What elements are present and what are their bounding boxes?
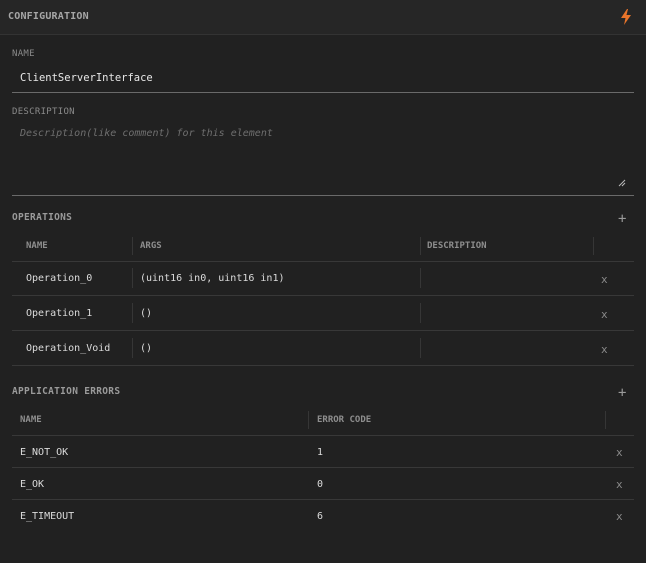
application-errors-title: APPLICATION ERRORS bbox=[12, 386, 121, 397]
column-divider bbox=[308, 411, 309, 429]
divider bbox=[12, 365, 634, 366]
column-divider bbox=[420, 268, 421, 288]
column-divider bbox=[605, 411, 606, 429]
remove-error-button[interactable]: x bbox=[616, 446, 623, 459]
column-divider bbox=[132, 237, 133, 255]
panel-header: CONFIGURATION bbox=[0, 0, 646, 35]
error-code[interactable]: 0 bbox=[317, 479, 323, 490]
operation-args[interactable]: (uint16 in0, uint16 in1) bbox=[140, 273, 285, 284]
errors-col-code: ERROR CODE bbox=[317, 415, 372, 425]
description-placeholder: Description(like comment) for this eleme… bbox=[20, 128, 273, 139]
remove-operation-button[interactable]: x bbox=[601, 343, 608, 356]
operation-name[interactable]: Operation_Void bbox=[26, 343, 110, 354]
add-operation-button[interactable]: + bbox=[618, 212, 626, 226]
name-value: ClientServerInterface bbox=[20, 72, 153, 84]
operations-title: OPERATIONS bbox=[12, 212, 73, 223]
column-divider bbox=[132, 338, 133, 358]
column-divider bbox=[593, 237, 594, 255]
remove-operation-button[interactable]: x bbox=[601, 308, 608, 321]
configuration-panel: CONFIGURATION NAME ClientServerInterface… bbox=[0, 0, 646, 563]
operation-name[interactable]: Operation_1 bbox=[26, 308, 92, 319]
operation-row[interactable] bbox=[12, 262, 634, 295]
name-input[interactable]: ClientServerInterface bbox=[12, 66, 634, 93]
error-name[interactable]: E_OK bbox=[20, 479, 44, 490]
error-name[interactable]: E_NOT_OK bbox=[20, 447, 68, 458]
operations-col-description: DESCRIPTION bbox=[427, 241, 487, 251]
errors-col-name: NAME bbox=[20, 415, 42, 425]
add-error-button[interactable]: + bbox=[618, 386, 626, 400]
operations-col-name: NAME bbox=[26, 241, 48, 251]
operation-args[interactable]: () bbox=[140, 308, 152, 319]
error-code[interactable]: 6 bbox=[317, 511, 323, 522]
name-label: NAME bbox=[12, 49, 35, 59]
remove-operation-button[interactable]: x bbox=[601, 273, 608, 286]
operation-row[interactable] bbox=[12, 296, 634, 330]
resize-handle-icon[interactable] bbox=[618, 179, 626, 187]
column-divider bbox=[420, 237, 421, 255]
column-divider bbox=[420, 338, 421, 358]
panel-title: CONFIGURATION bbox=[8, 11, 89, 22]
description-label: DESCRIPTION bbox=[12, 107, 75, 117]
operations-col-args: ARGS bbox=[140, 241, 162, 251]
column-divider bbox=[132, 303, 133, 323]
error-code[interactable]: 1 bbox=[317, 447, 323, 458]
lightning-icon[interactable] bbox=[619, 9, 633, 25]
column-divider bbox=[420, 303, 421, 323]
description-textarea[interactable]: Description(like comment) for this eleme… bbox=[12, 120, 634, 196]
column-divider bbox=[132, 268, 133, 288]
remove-error-button[interactable]: x bbox=[616, 478, 623, 491]
remove-error-button[interactable]: x bbox=[616, 510, 623, 523]
operation-args[interactable]: () bbox=[140, 343, 152, 354]
error-name[interactable]: E_TIMEOUT bbox=[20, 511, 74, 522]
operation-name[interactable]: Operation_0 bbox=[26, 273, 92, 284]
